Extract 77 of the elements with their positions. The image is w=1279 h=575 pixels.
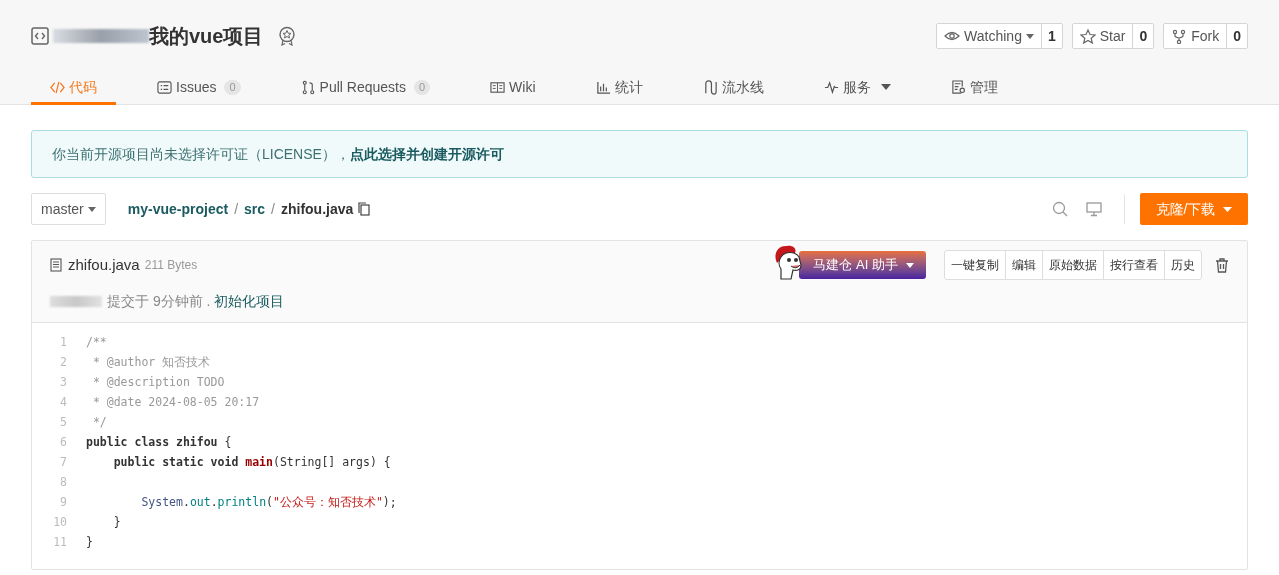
current-file-name: zhifou.java [280,199,354,219]
file-size: 211 Bytes [144,257,198,274]
caret-icon [1223,206,1233,212]
line-number: 8 [59,474,68,492]
file-action-button[interactable]: 编辑 [1005,251,1042,279]
code-line: public class zhifou { [86,434,232,452]
nav-tab[interactable]: 服务 [804,72,910,105]
caret-icon [87,206,96,212]
pulse-icon [823,79,839,95]
fork-button[interactable]: Fork [1164,24,1227,48]
code-line: */ [91,414,107,432]
nav-tab[interactable]: 管理 [931,72,1017,105]
nav-tab[interactable]: Issues 0 [138,72,260,105]
star-count[interactable]: 0 [1132,24,1154,48]
line-number: 10 [52,514,68,532]
nav-tab[interactable]: Pull Requests 0 [281,72,450,105]
code-line: public static void main(String[] args) { [112,454,391,472]
document-icon [950,79,966,95]
line-number: 11 [52,534,68,552]
code-icon [50,79,65,95]
code-line: } [112,514,121,532]
list-icon [157,79,172,95]
watch-count[interactable]: 1 [1040,24,1062,48]
breadcrumb-link[interactable]: my-vue-project [127,198,229,220]
code-line: System.out.println("公众号：知否技术"); [140,494,397,512]
badge-icon [277,26,298,46]
nav-tab[interactable]: 流水线 [683,72,783,105]
code-line: } [86,534,93,552]
notice-text: 你当前开源项目尚未选择许可证（LICENSE）， [52,144,350,164]
line-number: 6 [59,434,68,452]
line-number: 5 [59,414,68,432]
line-number: 7 [59,454,68,472]
copy-icon[interactable] [358,202,371,216]
file-name: zhifou.java [68,254,140,275]
monitor-icon[interactable] [1086,201,1102,217]
commit-message-link[interactable]: 初始化项目 [214,291,285,312]
line-number: 4 [59,394,68,412]
caret-icon [1025,33,1034,39]
pipeline-icon [702,79,718,95]
count-badge: 0 [414,79,431,95]
search-icon[interactable] [1052,201,1068,217]
repo-title[interactable]: 我的vue项目 [149,21,264,51]
code-line: * @description TODO [91,374,225,392]
line-number: 2 [59,354,68,372]
file-action-button[interactable]: 按行查看 [1103,251,1164,279]
book-icon [490,79,506,95]
commit-time: 提交于 9分钟前 . [107,292,211,311]
ai-assistant-button[interactable]: 马建仓 AI 助手 [799,251,926,279]
bar-chart-icon [595,79,611,95]
star-icon [1079,28,1096,44]
line-number: 3 [59,374,68,392]
nav-tab[interactable]: Wiki [471,72,555,105]
file-action-button[interactable]: 原始数据 [1042,251,1103,279]
fork-count[interactable]: 0 [1226,24,1247,48]
caret-icon [906,262,914,268]
file-action-button[interactable]: 一键复制 [945,251,1005,279]
repo-icon [31,27,49,45]
code-line: /** [86,334,107,352]
pull-request-icon [300,79,316,95]
trash-icon[interactable] [1215,257,1229,273]
code-line: * @date 2024-08-05 20:17 [91,394,260,412]
count-badge: 0 [224,79,241,95]
line-number: 1 [59,334,68,352]
star-button[interactable]: Star [1072,24,1133,48]
blurred-author [50,296,102,307]
file-action-button[interactable]: 历史 [1164,251,1201,279]
file-icon [50,258,62,272]
fork-icon [1171,28,1188,44]
license-link[interactable]: 点此选择并创建开源许可 [349,143,504,165]
watch-button[interactable]: Watching [937,24,1041,48]
branch-dropdown[interactable]: master [31,193,106,225]
path-separator: / [271,199,275,219]
breadcrumb-link[interactable]: src [244,198,266,220]
nav-tab[interactable]: 统计 [576,72,662,105]
line-number: 9 [59,494,68,512]
code-line: * @author 知否技术 [91,354,211,372]
path-separator: / [234,199,239,219]
